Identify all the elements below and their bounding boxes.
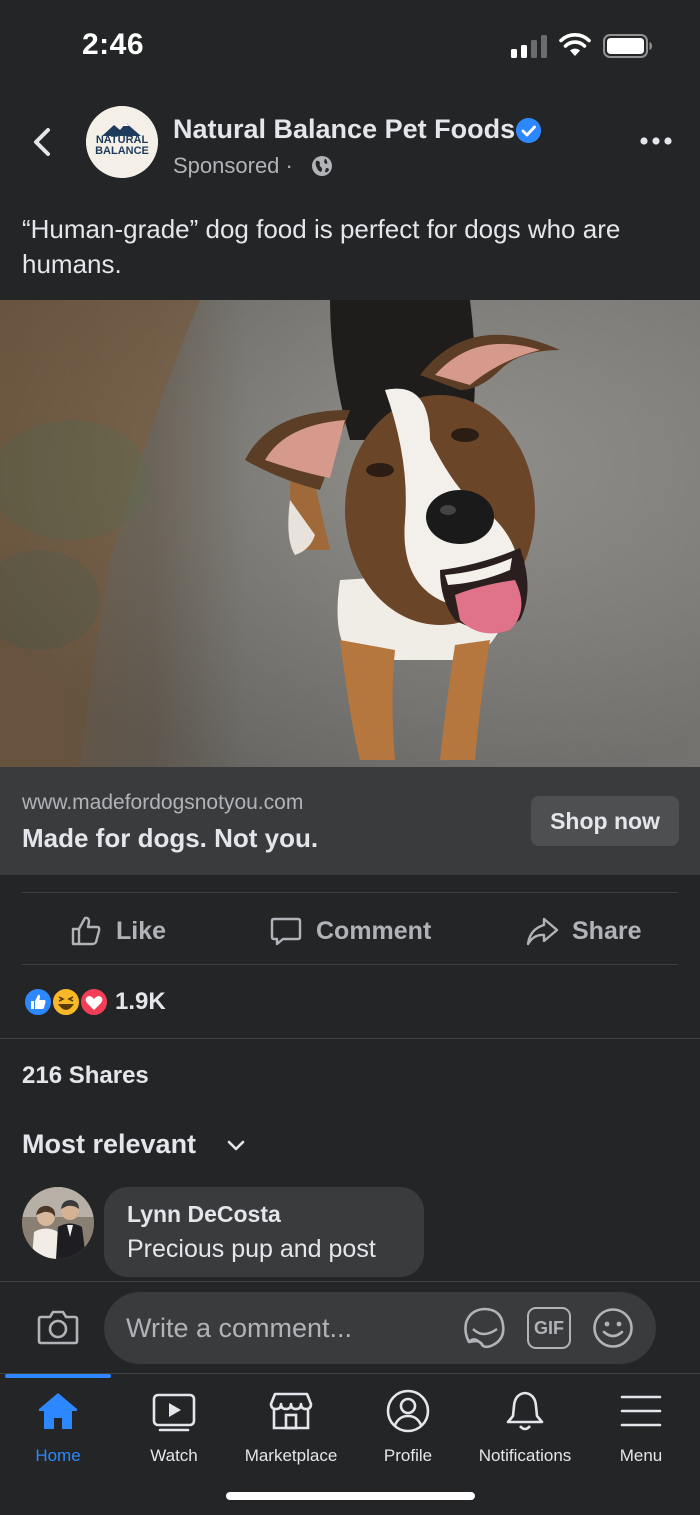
haha-icon [51,987,81,1017]
emoji-icon[interactable] [592,1307,634,1349]
shares-count[interactable]: 216 Shares [22,1062,149,1090]
cellular-signal-icon [511,34,547,58]
shop-now-button[interactable]: Shop now [531,796,679,846]
home-icon [38,1393,78,1429]
commenter-photo [22,1187,94,1259]
wifi-icon [559,33,591,56]
post-text: “Human-grade” dog food is perfect for do… [22,214,621,279]
tab-marketplace[interactable]: Marketplace [233,1388,349,1474]
sort-selector[interactable]: Most relevant [22,1129,196,1160]
globe-icon [312,156,332,176]
tab-profile[interactable]: Profile [350,1388,466,1474]
link-url[interactable]: www.madefordogsnotyou.com [22,791,303,815]
profile-icon [386,1389,430,1433]
camera-icon[interactable] [36,1307,80,1347]
active-tab-indicator [5,1374,111,1378]
divider [22,964,678,965]
watch-icon [152,1393,196,1432]
logo-text: BALANCE [95,145,149,157]
battery-icon [603,34,652,58]
comment-label: Comment [316,916,432,945]
bell-icon [506,1391,544,1431]
menu-icon [620,1395,662,1427]
like-icon [23,987,53,1017]
sticker-icon[interactable] [461,1305,507,1351]
like-icon [71,916,101,946]
tab-watch-label: Watch [150,1446,198,1465]
tab-menu-label: Menu [619,1446,663,1465]
comment-input[interactable] [104,1292,656,1364]
like-label: Like [116,916,167,945]
comment-button[interactable]: Comment [268,908,431,954]
gif-icon[interactable]: GIF [527,1307,571,1349]
commenter-avatar[interactable] [22,1187,94,1259]
share-button[interactable]: Share [524,908,641,954]
commenter-name[interactable]: Lynn DeCosta [127,1201,281,1228]
tab-notifications[interactable]: Notifications [467,1388,583,1474]
verified-badge-icon [516,118,541,143]
reactions-summary[interactable] [22,986,112,1018]
reaction-count[interactable]: 1.9K [115,988,166,1016]
dog-photo [0,300,700,767]
post-photo[interactable] [0,300,700,767]
back-icon[interactable] [28,122,58,162]
tab-home[interactable]: Home [0,1388,116,1474]
page-name[interactable]: Natural Balance Pet Foods [173,114,515,145]
more-options-icon[interactable] [636,128,676,154]
divider [22,892,678,893]
tab-notifications-label: Notifications [478,1446,572,1465]
sponsored-label: Sponsored · [173,153,293,178]
home-indicator [226,1492,475,1500]
status-time: 2:46 [82,28,145,61]
like-button[interactable]: Like [68,908,166,954]
share-icon [526,917,559,946]
comment-text: Precious pup and post [127,1235,376,1263]
page-avatar[interactable]: NATURAL BALANCE [86,106,158,178]
tab-profile-label: Profile [383,1446,433,1465]
link-title[interactable]: Made for dogs. Not you. [22,823,318,854]
tab-menu[interactable]: Menu [583,1388,699,1474]
tab-marketplace-label: Marketplace [244,1446,338,1465]
chevron-down-icon[interactable] [225,1134,247,1156]
divider [0,1038,700,1039]
tab-watch[interactable]: Watch [116,1388,232,1474]
tab-home-label: Home [35,1446,81,1465]
marketplace-icon [269,1392,313,1430]
comment-icon [270,917,302,946]
love-icon [79,987,109,1017]
share-label: Share [572,916,642,945]
gif-label: GIF [534,1317,564,1338]
